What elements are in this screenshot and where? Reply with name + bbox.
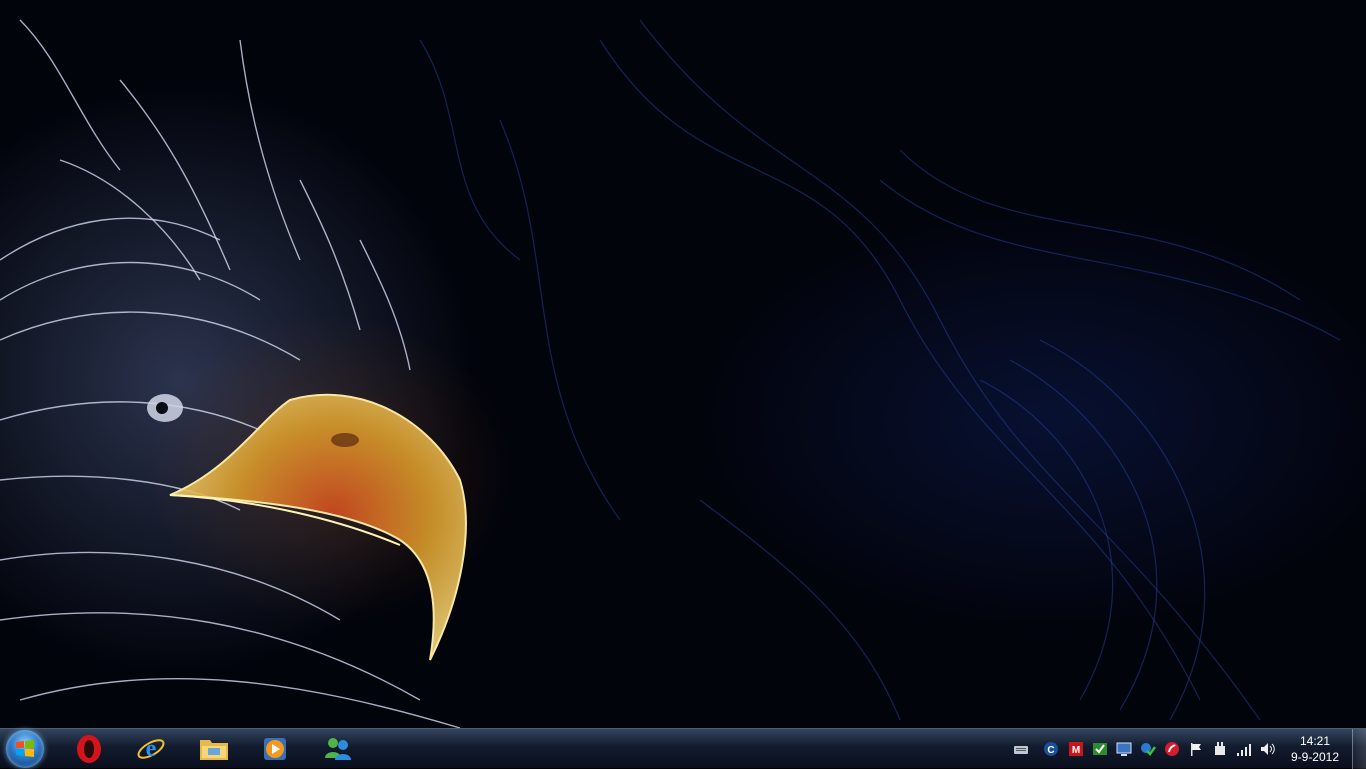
green-check-icon[interactable]: [1092, 741, 1108, 757]
clock-date: 9-9-2012: [1290, 750, 1340, 764]
volume-icon[interactable]: [1260, 741, 1276, 757]
folder-icon: [200, 740, 228, 760]
svg-text:M: M: [1072, 745, 1080, 756]
media-player-icon: [264, 738, 286, 760]
messenger-icon: [325, 738, 351, 760]
system-clock[interactable]: 14:21 9-9-2012: [1282, 733, 1348, 765]
show-desktop-button[interactable]: [1352, 729, 1366, 769]
svg-text:C: C: [1047, 745, 1054, 756]
desktop-wallpaper[interactable]: [0, 0, 1366, 728]
taskbar-app-windows-explorer[interactable]: [186, 731, 240, 767]
c-app-icon[interactable]: C: [1043, 741, 1059, 757]
taskbar-app-media-player[interactable]: [248, 731, 302, 767]
action-center-flag-icon[interactable]: [1188, 741, 1204, 757]
keyboard-icon[interactable]: [1013, 741, 1029, 757]
windows-logo-icon: [16, 740, 34, 757]
clock-time: 14:21: [1299, 734, 1331, 748]
red-app-icon[interactable]: [1164, 741, 1180, 757]
taskbar-app-opera[interactable]: [62, 731, 116, 767]
security-check-icon[interactable]: [1140, 741, 1156, 757]
taskbar-app-messenger[interactable]: [310, 731, 364, 767]
network-monitor-icon[interactable]: [1116, 741, 1132, 757]
power-plug-icon[interactable]: [1212, 741, 1228, 757]
internet-explorer-icon: e: [137, 736, 165, 762]
start-button[interactable]: [6, 730, 44, 768]
taskbar: e C M 14:21 9-9-2012: [0, 728, 1366, 769]
m-app-icon[interactable]: M: [1068, 741, 1084, 757]
svg-text:e: e: [146, 736, 157, 762]
eagle-wallpaper-art: [0, 19, 1341, 728]
opera-icon: [77, 735, 101, 763]
signal-strength-icon[interactable]: [1236, 741, 1252, 757]
taskbar-app-internet-explorer[interactable]: e: [124, 731, 178, 767]
